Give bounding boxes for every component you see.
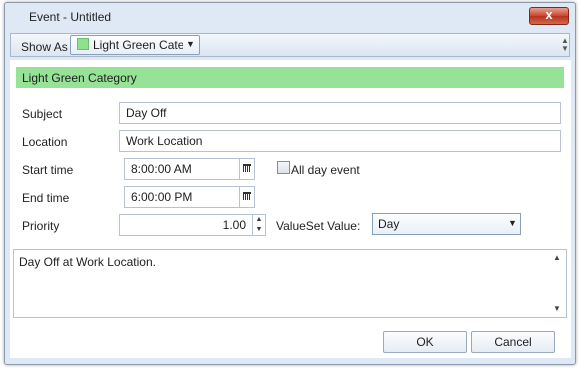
end-time-input[interactable]: 6:00:00 PM [124, 186, 255, 208]
spin-down-icon[interactable]: ▼ [253, 226, 265, 233]
all-day-label: All day event [291, 163, 360, 177]
spin-up-icon[interactable]: ▲ [253, 216, 265, 223]
ok-button[interactable]: OK [383, 331, 467, 353]
end-time-label: End time [22, 191, 70, 205]
close-button[interactable]: x [529, 7, 569, 25]
priority-label: Priority [22, 219, 60, 233]
calendar-icon [243, 192, 251, 200]
priority-input[interactable]: 1.00 [119, 214, 253, 236]
location-label: Location [22, 135, 68, 149]
description-scrollbar[interactable]: ▲ ▼ [551, 250, 566, 317]
show-as-value: Light Green Category [93, 38, 183, 52]
location-input[interactable]: Work Location [119, 130, 561, 152]
subject-label: Subject [22, 107, 63, 121]
calendar-icon [243, 164, 251, 172]
scroll-up-icon[interactable]: ▲ [553, 253, 561, 262]
toolbar-overflow-icon[interactable]: ▲ ▼ [561, 37, 569, 53]
show-as-label: Show As [21, 40, 68, 54]
end-time-picker-button[interactable] [239, 187, 254, 207]
valueset-dropdown[interactable]: Day [372, 213, 521, 235]
start-time-picker-button[interactable] [239, 159, 254, 179]
start-time-input[interactable]: 8:00:00 AM [124, 158, 255, 180]
window-title: Event - Untitled [29, 10, 112, 24]
priority-spinner[interactable]: ▲ ▼ [252, 214, 266, 236]
subject-input[interactable]: Day Off [119, 102, 561, 124]
chevron-down-icon: ▼ [186, 39, 195, 49]
cancel-button[interactable]: Cancel [471, 331, 555, 353]
all-day-checkbox[interactable] [277, 161, 290, 174]
chevron-down-icon: ▼ [508, 218, 517, 228]
start-time-label: Start time [22, 163, 74, 177]
description-text: Day Off at Work Location. [19, 255, 156, 269]
scroll-down-icon[interactable]: ▼ [553, 304, 561, 313]
category-color-swatch [77, 38, 89, 50]
valueset-label: ValueSet Value: [276, 219, 361, 233]
close-icon: x [545, 7, 553, 22]
category-label: Light Green Category [22, 71, 137, 85]
